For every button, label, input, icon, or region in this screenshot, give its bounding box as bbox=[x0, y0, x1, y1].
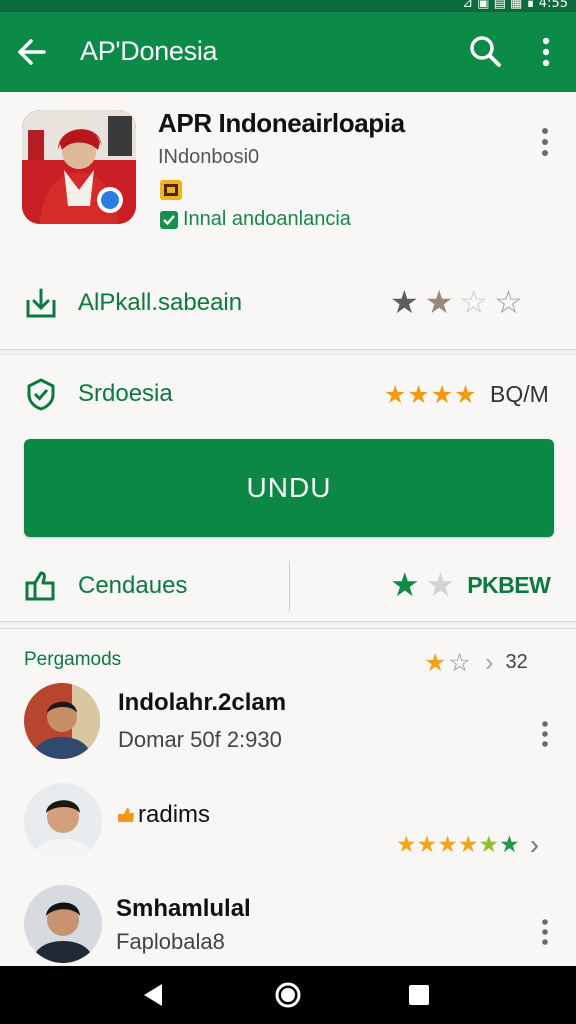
star-filled-icon: ★ bbox=[390, 565, 420, 604]
reviewer-name: Indolahr.2clam bbox=[118, 689, 287, 716]
chevron-right-icon[interactable]: › bbox=[530, 829, 539, 861]
avatar-image bbox=[24, 683, 100, 759]
app-name: APR Indoneairloapia bbox=[158, 108, 405, 138]
star-filled-icon: ★ bbox=[396, 832, 417, 858]
tag-icon bbox=[160, 210, 178, 229]
star-empty-icon: ☆ bbox=[459, 283, 489, 321]
star-empty-icon: ☆ bbox=[494, 283, 523, 321]
app-bar: AP'Donesia bbox=[0, 12, 576, 92]
chevron-right-icon: › bbox=[484, 647, 494, 677]
rating-stars: ★ ★ ☆ ☆ bbox=[390, 286, 523, 318]
thumb-icon bbox=[118, 808, 134, 822]
app-bar-title: AP'Donesia bbox=[80, 36, 218, 66]
preview-label: PKBEW bbox=[467, 571, 551, 598]
review-meta: Domar 50f 2:930 bbox=[118, 727, 282, 752]
reviews-count: 32 bbox=[505, 651, 528, 673]
developer-name[interactable]: INdonbosi0 bbox=[158, 146, 259, 169]
reviewer-name: radims bbox=[138, 801, 211, 828]
left-action[interactable]: Cendaues bbox=[24, 569, 187, 603]
thumb-up-icon bbox=[25, 571, 55, 601]
security-label: Srdoesia bbox=[78, 380, 173, 407]
more-vert-icon[interactable] bbox=[532, 34, 560, 70]
install-button[interactable]: UNDU bbox=[24, 439, 554, 537]
star-filled-icon: ★ bbox=[437, 832, 458, 858]
nav-back-icon[interactable] bbox=[138, 980, 168, 1010]
nav-recents-icon[interactable] bbox=[404, 980, 434, 1010]
review-more-icon[interactable] bbox=[537, 917, 553, 947]
status-bar: ⊿ ▣ ▤ ▦ ∎ 4:55 bbox=[0, 0, 576, 12]
star-filled-icon: ★ bbox=[457, 832, 479, 858]
review-stars: ★ ★ ★ ★ ★ ★ › bbox=[396, 829, 539, 861]
avatar-image bbox=[24, 783, 102, 861]
reviews-title: Pergamods bbox=[24, 649, 122, 670]
star-empty-icon: ☆ bbox=[448, 647, 471, 677]
app-header-card: APR Indoneairloapia INdonbosi0 Innal and… bbox=[0, 92, 576, 350]
star-filled-icon: ★ bbox=[390, 283, 419, 321]
reviews-summary[interactable]: ★ ☆ › 32 bbox=[424, 647, 528, 678]
download-row-label: AlPkall.sabeain bbox=[78, 289, 243, 316]
reviewer-name: Smhamlulal bbox=[116, 895, 251, 922]
badge-icon bbox=[160, 180, 182, 200]
star-filled-icon: ★ bbox=[407, 380, 430, 409]
app-size: BQ/M bbox=[490, 381, 549, 407]
left-action-label: Cendaues bbox=[78, 572, 188, 599]
status-icons: ⊿ ▣ ▤ ▦ ∎ 4:55 bbox=[462, 0, 568, 11]
back-arrow-icon[interactable] bbox=[14, 34, 50, 70]
preview-action[interactable]: ★ ★ PKBEW bbox=[390, 565, 551, 604]
reviewer-row: radims bbox=[116, 801, 210, 829]
reviews-card: Pergamods ★ ☆ › 32 Indolahr.2clam Domar … bbox=[0, 628, 576, 968]
app-icon-image bbox=[22, 110, 136, 224]
review-more-icon[interactable] bbox=[537, 719, 553, 749]
star-filled-icon: ★ bbox=[430, 380, 454, 409]
card-more-icon[interactable] bbox=[536, 124, 554, 160]
security-row[interactable]: Srdoesia bbox=[24, 377, 173, 411]
review-meta: Faplobala8 bbox=[116, 929, 225, 954]
star-filled-icon: ★ bbox=[424, 283, 454, 321]
security-stars: ★ ★ ★ ★ bbox=[384, 379, 477, 411]
install-card: Srdoesia ★ ★ ★ ★ BQ/M UNDU Cendaues ★ ★ … bbox=[0, 354, 576, 622]
avatar[interactable] bbox=[24, 683, 100, 759]
star-filled-icon: ★ bbox=[454, 380, 477, 409]
category-tag[interactable]: Innal andoanlancia bbox=[159, 208, 351, 231]
app-icon bbox=[22, 110, 136, 224]
star-filled-icon: ★ bbox=[424, 647, 447, 677]
star-filled-icon: ★ bbox=[416, 832, 438, 858]
divider bbox=[289, 561, 290, 611]
avatar-image bbox=[24, 885, 102, 963]
star-filled-icon: ★ bbox=[478, 832, 500, 858]
shield-check-icon bbox=[27, 378, 55, 411]
star-filled-icon: ★ bbox=[384, 380, 407, 409]
star-empty-icon: ★ bbox=[425, 565, 456, 604]
nav-home-icon[interactable] bbox=[273, 980, 303, 1010]
star-filled-icon: ★ bbox=[499, 832, 520, 858]
download-row[interactable]: AlPkall.sabeain bbox=[24, 286, 242, 320]
avatar[interactable] bbox=[24, 783, 102, 861]
system-nav-bar bbox=[0, 966, 576, 1024]
tag-label: Innal andoanlancia bbox=[183, 208, 351, 230]
search-icon[interactable] bbox=[466, 32, 504, 70]
avatar[interactable] bbox=[24, 885, 102, 963]
download-box-icon bbox=[26, 288, 56, 318]
